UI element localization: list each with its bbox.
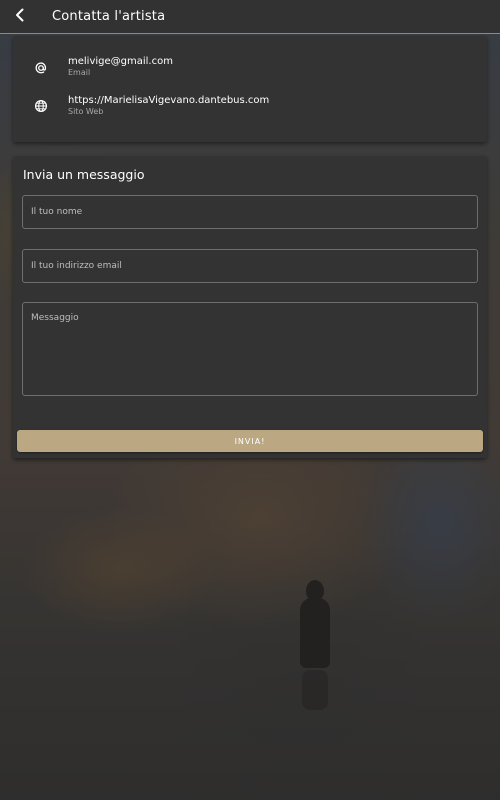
- email-value[interactable]: melivige@gmail.com: [68, 56, 173, 68]
- arrow-back-icon: [13, 7, 27, 26]
- website-value[interactable]: https://MarielisaVigevano.dantebus.com: [68, 95, 269, 107]
- message-form-card: Invia un messaggio INVIA!: [13, 156, 487, 458]
- app-bar: Contatta l'artista: [0, 0, 500, 34]
- submit-button[interactable]: INVIA!: [17, 430, 483, 452]
- message-textarea[interactable]: [22, 302, 478, 396]
- at-icon: [33, 60, 49, 76]
- website-label: Sito Web: [68, 107, 104, 116]
- page-title: Contatta l'artista: [52, 9, 166, 24]
- form-title: Invia un messaggio: [23, 167, 145, 182]
- back-button[interactable]: [0, 0, 40, 33]
- email-input[interactable]: [22, 249, 478, 283]
- contact-info-card: melivige@gmail.com Email https://Marieli…: [13, 36, 487, 142]
- email-label: Email: [68, 68, 91, 77]
- globe-icon: [33, 98, 49, 114]
- name-input[interactable]: [22, 195, 478, 229]
